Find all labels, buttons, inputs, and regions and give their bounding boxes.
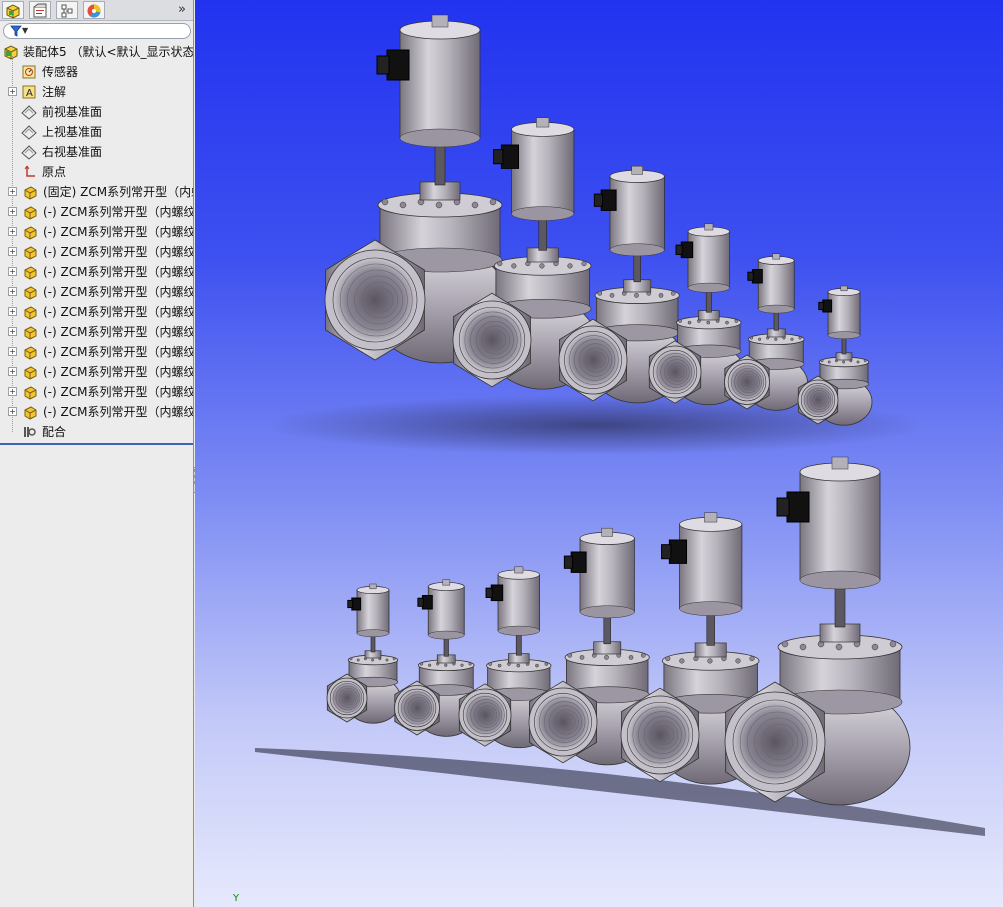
chevron-down-icon: ▼ (22, 26, 29, 35)
tree-item-label: (-) ZCM系列常开型（内螺纹 (43, 225, 193, 239)
tree-item-label: (-) ZCM系列常开型（内螺纹 (43, 285, 193, 299)
panel-divider (0, 443, 193, 445)
part-icon (24, 346, 37, 360)
tree-item[interactable]: + (固定) ZCM系列常开型（内螺 (0, 182, 193, 202)
part-icon (24, 246, 37, 260)
tree-item-label: (-) ZCM系列常开型（内螺纹 (43, 265, 193, 279)
tabs-overflow-button[interactable]: » (175, 1, 189, 19)
tree-item-label: (固定) ZCM系列常开型（内螺 (43, 185, 193, 199)
plane-icon (21, 105, 37, 120)
tree-item[interactable]: + A 注解 (0, 82, 193, 102)
part-icon (24, 366, 37, 380)
tree-item[interactable]: + (-) ZCM系列常开型（内螺纹 (0, 222, 193, 242)
tree-item-label: 传感器 (42, 65, 79, 79)
tree-item[interactable]: + (-) ZCM系列常开型（内螺纹 (0, 382, 193, 402)
filter-icon (10, 25, 22, 37)
tree-item-label: (-) ZCM系列常开型（内螺纹 (43, 325, 193, 339)
part-icon (24, 386, 37, 400)
valve-assembly-render (255, 14, 985, 836)
tree-item[interactable]: 配合 (0, 422, 193, 442)
tree-item-label: 右视基准面 (42, 145, 103, 159)
tree-item-label: 配合 (42, 425, 67, 439)
tree-item[interactable]: 右视基准面 (0, 142, 193, 162)
tree-item-label: 原点 (42, 165, 67, 179)
tree-item-label: (-) ZCM系列常开型（内螺纹 (43, 245, 193, 259)
assembly-icon (4, 45, 18, 60)
part-icon (24, 226, 37, 240)
valve-top-6 (797, 285, 873, 426)
expand-toggle-icon[interactable]: + (8, 87, 17, 96)
mates-icon (24, 427, 36, 437)
tree-item[interactable]: + (-) ZCM系列常开型（内螺纹 (0, 262, 193, 282)
tree-root-label: 装配体5 （默认<默认_显示状态- (23, 45, 193, 59)
tab-appearance-manager[interactable] (83, 1, 105, 19)
tree-item[interactable]: 前视基准面 (0, 102, 193, 122)
tree-item-label: (-) ZCM系列常开型（内螺纹 (43, 365, 193, 379)
part-icon (24, 286, 37, 300)
panel-tab-bar: » (0, 0, 193, 21)
tree-item-label: 上视基准面 (42, 125, 103, 139)
property-manager-icon (33, 3, 47, 18)
part-icon (24, 326, 37, 340)
tree-item-label: 注解 (42, 85, 67, 99)
part-icon (24, 186, 37, 200)
svg-text:A: A (26, 88, 33, 99)
annotation-icon: A (22, 85, 36, 99)
tree-item-label: (-) ZCM系列常开型（内螺纹 (43, 205, 193, 219)
expand-toggle-icon[interactable]: + (8, 287, 17, 296)
configuration-manager-icon (61, 4, 73, 18)
expand-toggle-icon[interactable]: + (8, 207, 17, 216)
sensor-icon (22, 65, 36, 79)
feature-manager-panel: » ▼ 装配体5 （默认<默认_显示状态- 传感器 + A 注解前视基准面上视基准面右视… (0, 0, 194, 907)
expand-toggle-icon[interactable]: + (8, 327, 17, 336)
tree-item[interactable]: + (-) ZCM系列常开型（内螺纹 (0, 242, 193, 262)
part-icon (24, 306, 37, 320)
tree-item[interactable]: 上视基准面 (0, 122, 193, 142)
expand-toggle-icon[interactable]: + (8, 307, 17, 316)
expand-toggle-icon[interactable]: + (8, 387, 17, 396)
expand-toggle-icon[interactable]: + (8, 247, 17, 256)
axis-indicator-y: Y (233, 893, 240, 904)
tree-item[interactable]: + (-) ZCM系列常开型（内螺纹 (0, 322, 193, 342)
tree-item[interactable]: + (-) ZCM系列常开型（内螺纹 (0, 202, 193, 222)
tree-filter-input[interactable]: ▼ (3, 23, 191, 39)
plane-icon (21, 125, 37, 140)
origin-icon (24, 165, 35, 177)
tree-item-label: 前视基准面 (42, 105, 103, 119)
tab-feature-manager[interactable] (2, 1, 24, 19)
part-icon (24, 206, 37, 220)
expand-toggle-icon[interactable]: + (8, 367, 17, 376)
part-icon (24, 406, 37, 420)
expand-toggle-icon[interactable]: + (8, 187, 17, 196)
tree-item[interactable]: + (-) ZCM系列常开型（内螺纹 (0, 402, 193, 422)
valve-models (255, 14, 985, 836)
tree-root-assembly[interactable]: 装配体5 （默认<默认_显示状态- (0, 42, 193, 62)
tree-item-label: (-) ZCM系列常开型（内螺纹 (43, 385, 193, 399)
part-icon (24, 266, 37, 280)
valve-bottom-1 (326, 583, 402, 724)
expand-toggle-icon[interactable]: + (8, 267, 17, 276)
tree-item-label: (-) ZCM系列常开型（内螺纹 (43, 345, 193, 359)
appearance-manager-icon (87, 4, 101, 18)
feature-manager-icon (6, 4, 20, 19)
tree-item[interactable]: + (-) ZCM系列常开型（内螺纹 (0, 302, 193, 322)
tab-property-manager[interactable] (29, 1, 51, 19)
plane-icon (21, 145, 37, 160)
tab-configuration-manager[interactable] (56, 1, 78, 19)
tree-item-label: (-) ZCM系列常开型（内螺纹 (43, 405, 193, 419)
tree-item[interactable]: + (-) ZCM系列常开型（内螺纹 (0, 342, 193, 362)
tree-item[interactable]: + (-) ZCM系列常开型（内螺纹 (0, 362, 193, 382)
tree-item[interactable]: 原点 (0, 162, 193, 182)
valve-bottom-6 (724, 456, 911, 806)
tree-item-label: (-) ZCM系列常开型（内螺纹 (43, 305, 193, 319)
tree-item[interactable]: + (-) ZCM系列常开型（内螺纹 (0, 282, 193, 302)
graphics-viewport[interactable]: Y (195, 0, 1003, 907)
expand-toggle-icon[interactable]: + (8, 227, 17, 236)
tree-item[interactable]: 传感器 (0, 62, 193, 82)
expand-toggle-icon[interactable]: + (8, 407, 17, 416)
expand-toggle-icon[interactable]: + (8, 347, 17, 356)
